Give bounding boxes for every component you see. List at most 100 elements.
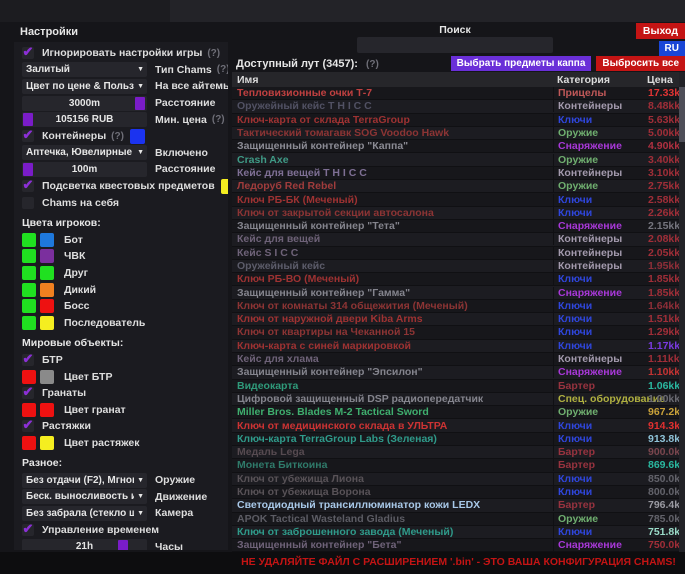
color-swatch[interactable] <box>22 403 36 417</box>
dropdown-all-items[interactable]: Цвет по цене & Пользователь▼ <box>22 79 147 94</box>
dropdown-movement[interactable]: Беск. выносливость и нет уста▼ <box>22 489 147 504</box>
slider-hours[interactable]: 21h <box>22 539 147 550</box>
table-row[interactable]: Тактический томагавк SOG Voodoo HawkОруж… <box>232 127 679 140</box>
checkbox-tripwires[interactable]: ✔ <box>22 420 34 432</box>
table-row[interactable]: Ключ РБ-БК (Меченый)Ключи2.58kk <box>232 193 679 206</box>
checkbox-chams-self[interactable] <box>22 197 34 209</box>
checkbox-btr[interactable]: ✔ <box>22 354 34 366</box>
checkbox-containers[interactable]: ✔ <box>22 130 34 142</box>
table-row[interactable]: Кейс для хламаКонтейнеры1.11kk <box>232 353 679 366</box>
table-row[interactable]: Защищенный контейнер "Гамма"Снаряжение1.… <box>232 286 679 299</box>
table-row[interactable]: Ключ от закрытой секции автосалонаКлючи2… <box>232 207 679 220</box>
column-header-category[interactable]: Категория <box>553 74 647 86</box>
item-category: Оружие <box>553 127 648 139</box>
color-swatch[interactable] <box>22 233 36 247</box>
table-row[interactable]: Ключ от комнаты 314 общежития (Меченый)К… <box>232 300 679 313</box>
color-swatch[interactable] <box>22 316 36 330</box>
row-label: На все айтемы <box>155 80 228 92</box>
table-row[interactable]: Ключ от наружной двери Kiba ArmsКлючи1.5… <box>232 313 679 326</box>
color-swatch[interactable] <box>221 179 228 194</box>
checkbox-quest-highlight[interactable]: ✔ <box>22 180 34 192</box>
checkbox-grenades[interactable]: ✔ <box>22 387 34 399</box>
config-warning-text: НЕ УДАЛЯЙТЕ ФАЙЛ С РАСШИРЕНИЕМ '.bin' - … <box>232 556 685 568</box>
dropdown-chams-type[interactable]: Залитый▼ <box>22 62 147 77</box>
color-swatch[interactable] <box>40 316 54 330</box>
table-row[interactable]: Кейс для вещейКонтейнеры2.08kk <box>232 233 679 246</box>
color-swatch[interactable] <box>40 249 54 263</box>
column-header-name[interactable]: Имя <box>232 74 553 86</box>
select-kappa-items-button[interactable]: Выбрать предметы каппа <box>451 56 592 71</box>
color-swatch[interactable] <box>22 266 36 280</box>
table-row[interactable]: Ключ от квартиры на Чеканной 15Ключи1.29… <box>232 326 679 339</box>
dropdown-value: Беск. выносливость и нет уста <box>22 491 134 502</box>
row-label: Игнорировать настройки игры <box>42 47 202 59</box>
slider-item-distance[interactable]: 100m <box>22 162 147 177</box>
exit-button[interactable]: Выход <box>636 23 685 39</box>
item-name: Защищенный контейнер "Гамма" <box>232 287 553 299</box>
table-row[interactable]: APOK Tactical Wasteland GladiusОружие785… <box>232 513 679 526</box>
search-input[interactable] <box>357 37 553 53</box>
item-name: Ключ РБ-ВО (Меченый) <box>232 273 553 285</box>
table-row[interactable]: Кейс для вещей T H I C CКонтейнеры3.10kk <box>232 167 679 180</box>
scrollbar-thumb[interactable] <box>679 87 685 142</box>
table-row[interactable]: Защищенный контейнер "Бета"Снаряжение750… <box>232 539 679 552</box>
table-row[interactable]: Ключ РБ-ВО (Меченый)Ключи1.85kk <box>232 273 679 286</box>
dropdown-camera[interactable]: Без забрала (стекло шлема)▼ <box>22 506 147 521</box>
color-swatch[interactable] <box>22 370 36 384</box>
table-row[interactable]: Ключ-карта с синей маркировкойКлючи1.17k… <box>232 340 679 353</box>
slider-handle[interactable] <box>135 97 145 110</box>
table-row[interactable]: Медаль LegaБартер900.0k <box>232 446 679 459</box>
settings-row-time-control: ✔Управление временем <box>22 522 228 539</box>
checkbox-time-control[interactable]: ✔ <box>22 524 34 536</box>
table-row[interactable]: ВидеокартаБартер1.06kk <box>232 380 679 393</box>
color-swatch[interactable] <box>40 283 54 297</box>
table-row[interactable]: Ключ от заброшенного завода (Меченый)Клю… <box>232 526 679 539</box>
color-swatch[interactable] <box>22 436 36 450</box>
item-category: Ключи <box>553 207 648 219</box>
color-swatch[interactable] <box>40 370 54 384</box>
table-row[interactable]: Кейс S I C CКонтейнеры2.05kk <box>232 247 679 260</box>
table-row[interactable]: Тепловизионные очки Т-7Прицелы17.33kk <box>232 87 679 100</box>
table-row[interactable]: Оружейный кейсКонтейнеры1.95kk <box>232 260 679 273</box>
settings-row-friend: Друг <box>22 265 228 282</box>
color-swatch[interactable] <box>22 249 36 263</box>
dropdown-weapon[interactable]: Без отдачи (F2), Мгновенное п▼ <box>22 473 147 488</box>
table-row[interactable]: Ледоруб Red RebelОружие2.75kk <box>232 180 679 193</box>
color-swatch[interactable] <box>22 299 36 313</box>
slider-min-price[interactable]: 105156 RUB <box>22 112 147 127</box>
table-row[interactable]: Ключ-карта от склада TerraGroupКлючи5.63… <box>232 114 679 127</box>
color-swatch[interactable] <box>40 436 54 450</box>
table-row[interactable]: Монета БиткоинаБартер869.6k <box>232 459 679 472</box>
color-swatch[interactable] <box>40 299 54 313</box>
table-row[interactable]: Цифровой защищенный DSP радиопередатчикС… <box>232 393 679 406</box>
table-row[interactable]: Ключ от убежища ЛионаКлючи850.0k <box>232 473 679 486</box>
checkbox-ignore-game-settings[interactable]: ✔ <box>22 47 34 59</box>
settings-row-grenades: ✔Гранаты <box>22 385 228 402</box>
table-row[interactable]: Защищенный контейнер "Эпсилон"Снаряжение… <box>232 366 679 379</box>
color-swatch[interactable] <box>22 283 36 297</box>
slider-distance[interactable]: 3000m <box>22 96 147 111</box>
table-row[interactable]: Защищенный контейнер "Тета"Снаряжение2.1… <box>232 220 679 233</box>
item-price: 8.48kk <box>648 100 679 112</box>
table-row[interactable]: Ключ от убежища ВоронаКлючи800.0k <box>232 486 679 499</box>
table-row[interactable]: Светодиодный трансиллюминатор кожи LEDXБ… <box>232 499 679 512</box>
slider-handle[interactable] <box>23 163 33 176</box>
help-icon: (?) <box>366 59 379 70</box>
table-row[interactable]: Crash AxeОружие3.40kk <box>232 153 679 166</box>
color-swatch[interactable] <box>40 403 54 417</box>
column-header-price[interactable]: Цена <box>647 74 681 86</box>
color-swatch[interactable] <box>40 233 54 247</box>
drop-all-button[interactable]: Выбросить все <box>596 56 685 71</box>
slider-handle[interactable] <box>118 540 128 550</box>
slider-handle[interactable] <box>23 113 33 126</box>
table-row[interactable]: Защищенный контейнер "Каппа"Снаряжение4.… <box>232 140 679 153</box>
color-swatch[interactable] <box>40 266 54 280</box>
dropdown-item-filter[interactable]: Аптечка, Ювелирные и...▼ <box>22 145 147 160</box>
language-button[interactable]: RU <box>659 41 685 56</box>
table-row[interactable]: Miller Bros. Blades M-2 Tactical SwordОр… <box>232 406 679 419</box>
table-row[interactable]: Ключ-карта TerraGroup Labs (Зеленая)Ключ… <box>232 433 679 446</box>
table-row[interactable]: Ключ от медицинского склада в УЛЬТРАКлюч… <box>232 419 679 432</box>
color-swatch[interactable] <box>130 129 145 144</box>
table-row[interactable]: Оружейный кейс T H I C CКонтейнеры8.48kk <box>232 100 679 113</box>
table-scrollbar[interactable] <box>679 72 685 552</box>
